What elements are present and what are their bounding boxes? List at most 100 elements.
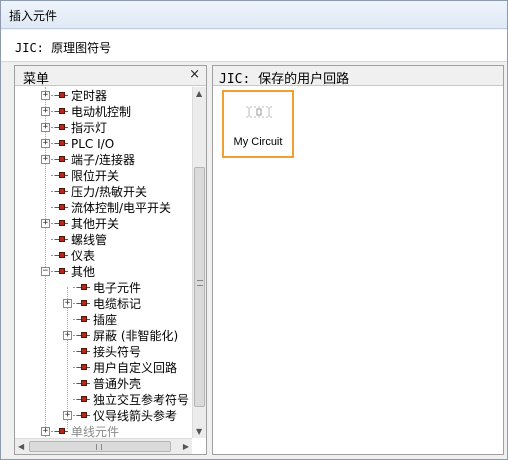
expand-icon[interactable]: + bbox=[41, 139, 50, 148]
tree-item[interactable]: − 其他 bbox=[15, 264, 192, 280]
component-symbol-icon bbox=[77, 379, 90, 388]
component-symbol-icon bbox=[55, 171, 68, 180]
tree-item-label: 独立交互参考符号 bbox=[93, 393, 190, 407]
component-symbol-icon bbox=[77, 299, 90, 308]
component-symbol-icon bbox=[55, 219, 68, 228]
scroll-down-icon[interactable]: ▼ bbox=[196, 427, 202, 436]
tree-item-label: 指示灯 bbox=[71, 121, 108, 135]
tree-item-label: 电子元件 bbox=[93, 281, 142, 295]
library-title: JIC: 原理图符号 bbox=[15, 41, 112, 55]
menu-panel: 菜单 × + 定时器 + 电动机控制 + 指示灯 + PLC I/O + 端子/连接器 限位开关 压力… bbox=[14, 65, 207, 455]
tree-item-label: 电动机控制 bbox=[71, 105, 132, 119]
title-bar[interactable]: 插入元件 bbox=[1, 1, 507, 29]
circuit-tile[interactable]: My Circuit bbox=[222, 90, 294, 158]
tree-item-label: 流体控制/电平开关 bbox=[71, 201, 172, 215]
scroll-left-icon[interactable]: ◀ bbox=[18, 442, 24, 451]
tree-item-label: 电缆标记 bbox=[93, 297, 142, 311]
tree-item[interactable]: 用户自定义回路 bbox=[15, 360, 192, 376]
tree-item[interactable]: 独立交互参考符号 bbox=[15, 392, 192, 408]
tree-item[interactable]: 流体控制/电平开关 bbox=[15, 200, 192, 216]
tree-item[interactable]: + 定时器 bbox=[15, 88, 192, 104]
window-title: 插入元件 bbox=[9, 9, 58, 23]
component-symbol-icon bbox=[77, 283, 90, 292]
saved-circuits-header: JIC: 保存的用户回路 bbox=[213, 66, 503, 87]
tree-item[interactable]: + 电缆标记 bbox=[15, 296, 192, 312]
expand-icon[interactable]: + bbox=[41, 219, 50, 228]
tree-item-label: 其他开关 bbox=[71, 217, 120, 231]
tree-item[interactable]: + 电动机控制 bbox=[15, 104, 192, 120]
tree-item-label: 其他 bbox=[71, 265, 96, 279]
tree-item-label: 仪表 bbox=[71, 249, 96, 263]
expand-icon[interactable]: + bbox=[41, 155, 50, 164]
component-symbol-icon bbox=[55, 91, 68, 100]
horizontal-scrollbar[interactable]: ◀ ▶ bbox=[15, 438, 192, 454]
component-symbol-icon bbox=[77, 363, 90, 372]
component-symbol-icon bbox=[77, 315, 90, 324]
expand-icon[interactable]: + bbox=[63, 299, 72, 308]
component-symbol-icon bbox=[77, 411, 90, 420]
tree-item-label: 用户自定义回路 bbox=[93, 361, 178, 375]
tree-item[interactable]: 压力/热敏开关 bbox=[15, 184, 192, 200]
expand-icon[interactable]: + bbox=[63, 331, 72, 340]
menu-panel-title: 菜单 bbox=[23, 72, 50, 87]
component-symbol-icon bbox=[55, 155, 68, 164]
tree-item-label: 仪导线箭头参考 bbox=[93, 409, 178, 423]
component-symbol-icon bbox=[55, 251, 68, 260]
component-symbol-icon bbox=[55, 203, 68, 212]
collapse-icon[interactable]: − bbox=[41, 267, 50, 276]
menu-tree: + 定时器 + 电动机控制 + 指示灯 + PLC I/O + 端子/连接器 限位开关 压力/热敏开关… bbox=[15, 87, 192, 438]
component-symbol-icon bbox=[77, 331, 90, 340]
component-symbol-icon bbox=[55, 427, 68, 436]
close-icon[interactable]: × bbox=[189, 67, 200, 82]
component-symbol-icon bbox=[55, 123, 68, 132]
tree-item[interactable]: + 仪导线箭头参考 bbox=[15, 408, 192, 424]
scroll-right-icon[interactable]: ▶ bbox=[183, 442, 189, 451]
scroll-up-icon[interactable]: ▲ bbox=[196, 89, 202, 98]
tree-item-label: 接头符号 bbox=[93, 345, 142, 359]
tree-item-label: 定时器 bbox=[71, 89, 108, 103]
tree-item-label: 压力/热敏开关 bbox=[71, 185, 148, 199]
tree-item[interactable]: 限位开关 bbox=[15, 168, 192, 184]
grip-icon bbox=[96, 444, 102, 450]
tree-item[interactable]: + PLC I/O bbox=[15, 136, 192, 152]
tree-item-label: 端子/连接器 bbox=[71, 153, 136, 167]
saved-circuits-title: JIC: 保存的用户回路 bbox=[219, 72, 350, 87]
expand-icon[interactable]: + bbox=[63, 411, 72, 420]
tree-item-label: 屏蔽 (非智能化) bbox=[93, 329, 179, 343]
tree-item[interactable]: 螺线管 bbox=[15, 232, 192, 248]
tree-item[interactable]: 接头符号 bbox=[15, 344, 192, 360]
component-symbol-icon bbox=[77, 347, 90, 356]
vertical-scroll-thumb[interactable] bbox=[194, 167, 205, 407]
expand-icon[interactable]: + bbox=[41, 123, 50, 132]
tree-item[interactable]: 插座 bbox=[15, 312, 192, 328]
horizontal-scroll-thumb[interactable] bbox=[29, 441, 171, 452]
tree-item[interactable]: 普通外壳 bbox=[15, 376, 192, 392]
tree-item[interactable]: + 屏蔽 (非智能化) bbox=[15, 328, 192, 344]
tree-item[interactable]: 电子元件 bbox=[15, 280, 192, 296]
vertical-scrollbar[interactable]: ▲ ▼ bbox=[192, 87, 206, 438]
tree-item[interactable]: + 其他开关 bbox=[15, 216, 192, 232]
component-symbol-icon bbox=[55, 267, 68, 276]
tree-item-label: PLC I/O bbox=[71, 137, 115, 151]
expand-icon[interactable]: + bbox=[41, 107, 50, 116]
grip-icon bbox=[197, 280, 203, 286]
saved-circuits-panel: JIC: 保存的用户回路 My Circuit bbox=[212, 65, 504, 455]
tree-item[interactable]: 仪表 bbox=[15, 248, 192, 264]
tree-item[interactable]: + 单线元件 bbox=[15, 424, 192, 438]
menu-panel-header: 菜单 × bbox=[15, 66, 206, 87]
component-symbol-icon bbox=[55, 235, 68, 244]
expand-icon[interactable]: + bbox=[41, 91, 50, 100]
library-header: JIC: 原理图符号 bbox=[1, 30, 507, 62]
tree-item-label: 普通外壳 bbox=[93, 377, 142, 391]
circuit-preview-icon bbox=[246, 106, 272, 118]
tree-item-label: 螺线管 bbox=[71, 233, 108, 247]
insert-component-dialog: 插入元件 JIC: 原理图符号 菜单 × + 定时器 + 电动机控制 + 指示灯 + PLC … bbox=[0, 0, 508, 460]
component-symbol-icon bbox=[77, 395, 90, 404]
component-symbol-icon bbox=[55, 107, 68, 116]
tree-item-label: 单线元件 bbox=[71, 425, 120, 438]
expand-icon[interactable]: + bbox=[41, 427, 50, 436]
component-symbol-icon bbox=[55, 187, 68, 196]
tree-item[interactable]: + 指示灯 bbox=[15, 120, 192, 136]
tree-item-label: 插座 bbox=[93, 313, 118, 327]
tree-item[interactable]: + 端子/连接器 bbox=[15, 152, 192, 168]
